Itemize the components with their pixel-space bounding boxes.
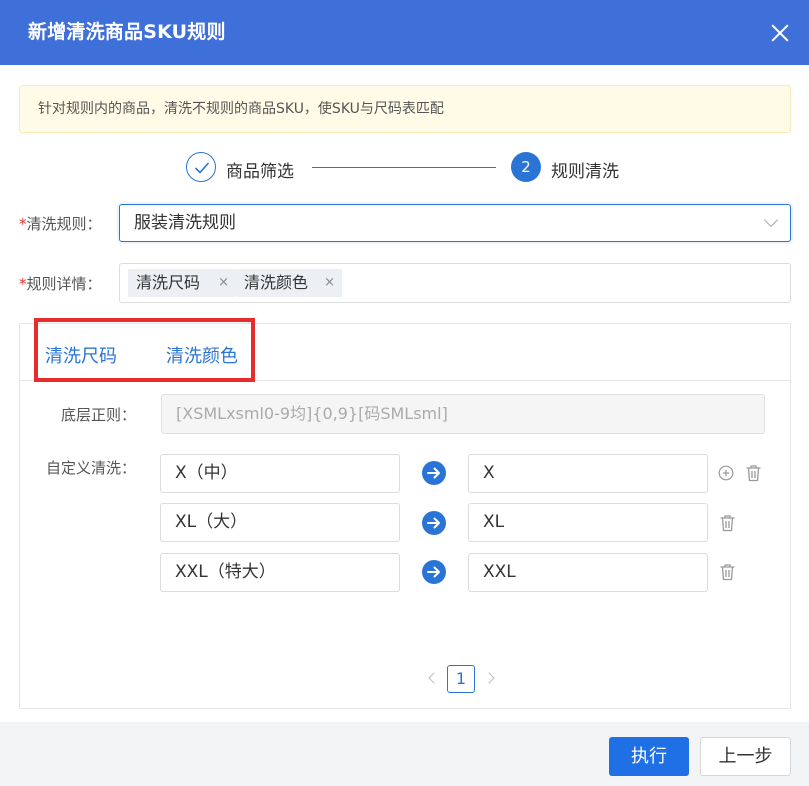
step-1-done [186, 152, 216, 182]
step-2-number: 2 [511, 152, 541, 182]
rule-label-text: 清洗规则： [26, 215, 102, 233]
chevron-left-icon[interactable] [426, 670, 440, 686]
required-mark: * [19, 275, 27, 293]
mapping-from-input[interactable]: XXL（特大） [160, 553, 400, 592]
required-mark: * [19, 215, 27, 233]
tag-clean-color: 清洗颜色 × [236, 269, 342, 297]
base-rule-label: 底层正则： [61, 406, 137, 424]
trash-icon[interactable] [745, 464, 762, 482]
tag-label: 清洗颜色 [244, 273, 309, 292]
tag-label: 清洗尺码 [136, 273, 201, 292]
rule-select[interactable]: 服装清洗规则 [119, 204, 791, 242]
plus-circle-icon[interactable] [718, 465, 734, 481]
execute-button[interactable]: 执行 [609, 737, 689, 776]
arrow-right-circle-icon[interactable] [422, 511, 446, 535]
notice-banner: 针对规则内的商品，清洗不规则的商品SKU，使SKU与尺码表匹配 [19, 85, 791, 133]
rule-label: *清洗规则： [19, 213, 102, 234]
chevron-right-icon[interactable] [484, 670, 498, 686]
mapping-to-input[interactable]: XXL [468, 553, 708, 592]
detail-label-text: 规则详情： [26, 275, 102, 293]
mapping-from-input[interactable]: X（中） [160, 454, 400, 493]
previous-step-button[interactable]: 上一步 [700, 737, 791, 776]
step-connector [312, 167, 496, 168]
close-icon[interactable]: × [218, 269, 229, 297]
rule-detail-tags[interactable]: 清洗尺码 × 清洗颜色 × [119, 263, 791, 303]
highlight-box [34, 318, 255, 382]
dialog-title: 新增清洗商品SKU规则 [28, 21, 226, 43]
trash-icon[interactable] [719, 563, 736, 581]
trash-icon[interactable] [719, 514, 736, 532]
mapping-from-input[interactable]: XL（大） [160, 503, 400, 542]
page-number-current[interactable]: 1 [447, 665, 475, 693]
close-icon[interactable] [771, 24, 789, 42]
chevron-down-icon [763, 212, 779, 228]
step-2-label: 规则清洗 [551, 162, 619, 182]
mapping-to-input[interactable]: X [468, 454, 708, 493]
detail-label: *规则详情： [19, 273, 102, 294]
tag-clean-size: 清洗尺码 × [128, 269, 236, 297]
check-icon [194, 162, 210, 174]
custom-clean-label: 自定义清洗： [46, 459, 137, 477]
rule-select-value: 服装清洗规则 [134, 213, 236, 233]
arrow-right-circle-icon[interactable] [422, 461, 446, 485]
dialog-header: 新增清洗商品SKU规则 [0, 0, 809, 65]
mapping-to-input[interactable]: XL [468, 503, 708, 542]
arrow-right-circle-icon[interactable] [422, 560, 446, 584]
step-1-label: 商品筛选 [226, 162, 294, 182]
base-rule-input: [XSMLxsml0-9均]{0,9}[码SMLsml] [161, 394, 765, 434]
close-icon[interactable]: × [324, 269, 335, 297]
steps-bar: 商品筛选 2 规则清洗 [0, 150, 809, 186]
